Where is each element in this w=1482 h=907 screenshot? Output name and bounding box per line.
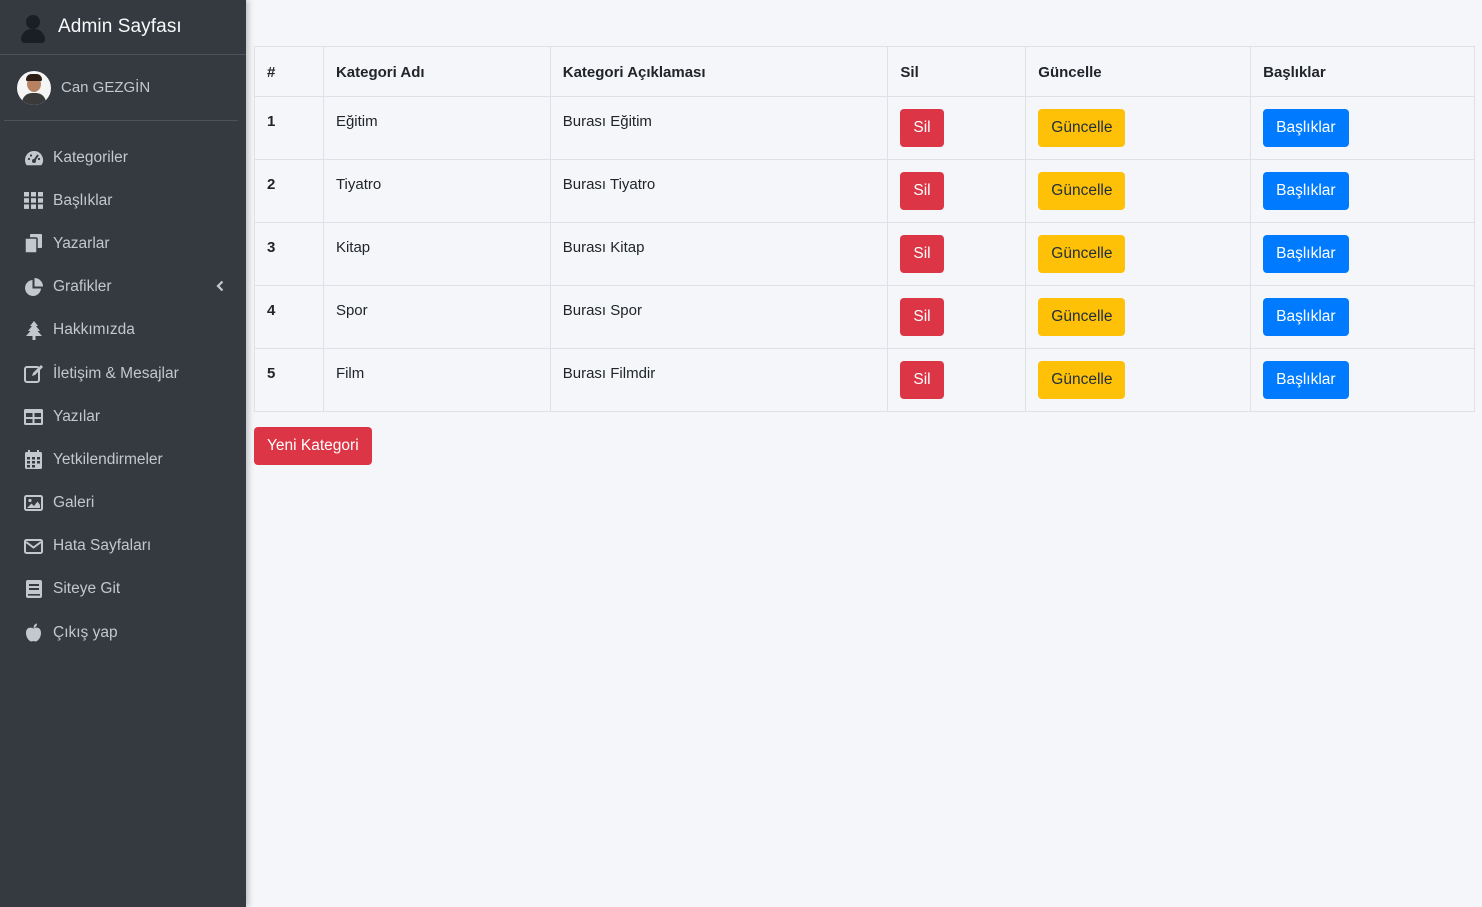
copy-icon [23, 233, 44, 254]
sidebar-item-label: Yazılar [53, 407, 101, 425]
sidebar-item-label: Hakkımızda [53, 321, 135, 339]
update-button[interactable]: Güncelle [1038, 361, 1126, 399]
header-titles: Başlıklar [1250, 46, 1475, 97]
table-row: 4 Spor Burası Spor Sil Güncelle Başlıkla… [254, 285, 1475, 349]
titles-button[interactable]: Başlıklar [1263, 361, 1349, 399]
envelope-icon [23, 536, 44, 557]
tachometer-icon [23, 147, 44, 168]
user-panel[interactable]: Can GEZGİN [4, 55, 238, 121]
category-name: Film [322, 348, 551, 412]
titles-button[interactable]: Başlıklar [1263, 109, 1349, 147]
row-index: 4 [254, 285, 324, 349]
category-description: Burası Spor [549, 285, 889, 349]
sidebar-item-cikis-yap[interactable]: Çıkış yap [0, 611, 246, 654]
delete-button[interactable]: Sil [900, 109, 944, 147]
sidebar-item-kategoriler[interactable]: Kategoriler [0, 136, 246, 179]
table-icon [23, 406, 44, 427]
category-description: Burası Filmdir [549, 348, 889, 412]
calendar-icon [23, 449, 44, 470]
image-icon [23, 493, 44, 514]
sidebar-item-label: Yetkilendirmeler [53, 450, 163, 468]
new-category-button[interactable]: Yeni Kategori [254, 427, 372, 465]
brand-link[interactable]: Admin Sayfası [0, 0, 246, 55]
sidebar: Admin Sayfası Can GEZGİN Kategoriler Baş… [0, 0, 246, 907]
category-name: Kitap [322, 222, 551, 286]
tree-icon [23, 320, 44, 341]
edit-icon [23, 363, 44, 384]
avatar [17, 70, 51, 105]
row-index: 5 [254, 348, 324, 412]
sidebar-item-yazarlar[interactable]: Yazarlar [0, 222, 246, 265]
table-row: 1 Eğitim Burası Eğitim Sil Güncelle Başl… [254, 96, 1475, 160]
book-icon [23, 579, 44, 600]
header-delete: Sil [887, 46, 1027, 97]
brand-title: Admin Sayfası [58, 16, 182, 37]
sidebar-item-label: İletişim & Mesajlar [53, 364, 179, 382]
table-header-row: # Kategori Adı Kategori Açıklaması Sil G… [254, 46, 1475, 97]
sidebar-item-label: Yazarlar [53, 234, 110, 252]
sidebar-item-label: Siteye Git [53, 580, 121, 598]
user-name[interactable]: Can GEZGİN [61, 79, 150, 96]
apple-icon [23, 622, 44, 643]
sidebar-nav: Kategoriler Başlıklar Yazarlar Grafikler [0, 121, 246, 654]
chevron-left-icon[interactable] [216, 279, 224, 297]
row-index: 3 [254, 222, 324, 286]
sidebar-item-siteye-git[interactable]: Siteye Git [0, 568, 246, 611]
row-index: 1 [254, 96, 324, 160]
sidebar-item-label: Kategoriler [53, 148, 128, 166]
titles-button[interactable]: Başlıklar [1263, 172, 1349, 210]
sidebar-item-galeri[interactable]: Galeri [0, 482, 246, 525]
update-button[interactable]: Güncelle [1038, 235, 1126, 273]
titles-button[interactable]: Başlıklar [1263, 298, 1349, 336]
sidebar-item-hata-sayfalari[interactable]: Hata Sayfaları [0, 525, 246, 568]
delete-button[interactable]: Sil [900, 298, 944, 336]
update-button[interactable]: Güncelle [1038, 172, 1126, 210]
category-description: Burası Tiyatro [549, 159, 889, 223]
main-content: # Kategori Adı Kategori Açıklaması Sil G… [254, 46, 1475, 465]
delete-button[interactable]: Sil [900, 361, 944, 399]
header-category-description: Kategori Açıklaması [549, 46, 889, 97]
titles-button[interactable]: Başlıklar [1263, 235, 1349, 273]
update-button[interactable]: Güncelle [1038, 109, 1126, 147]
table-row: 5 Film Burası Filmdir Sil Güncelle Başlı… [254, 348, 1475, 412]
sidebar-item-label: Hata Sayfaları [53, 537, 152, 555]
header-update: Güncelle [1025, 46, 1252, 97]
category-description: Burası Kitap [549, 222, 889, 286]
category-name: Eğitim [322, 96, 551, 160]
sidebar-item-label: Başlıklar [53, 191, 113, 209]
sidebar-item-yazilar[interactable]: Yazılar [0, 395, 246, 438]
update-button[interactable]: Güncelle [1038, 298, 1126, 336]
sidebar-item-grafikler[interactable]: Grafikler [0, 266, 246, 309]
header-index: # [254, 46, 324, 97]
category-table: # Kategori Adı Kategori Açıklaması Sil G… [254, 46, 1475, 412]
user-icon [18, 9, 48, 45]
table-row: 2 Tiyatro Burası Tiyatro Sil Güncelle Ba… [254, 159, 1475, 223]
delete-button[interactable]: Sil [900, 235, 944, 273]
sidebar-item-hakkimizda[interactable]: Hakkımızda [0, 309, 246, 352]
sidebar-item-label: Galeri [53, 494, 95, 512]
grid-icon [23, 190, 44, 211]
header-category-name: Kategori Adı [322, 46, 551, 97]
sidebar-item-yetkilendirmeler[interactable]: Yetkilendirmeler [0, 438, 246, 481]
sidebar-item-iletisim[interactable]: İletişim & Mesajlar [0, 352, 246, 395]
table-row: 3 Kitap Burası Kitap Sil Güncelle Başlık… [254, 222, 1475, 286]
sidebar-item-basliklar[interactable]: Başlıklar [0, 179, 246, 222]
category-name: Spor [322, 285, 551, 349]
category-name: Tiyatro [322, 159, 551, 223]
delete-button[interactable]: Sil [900, 172, 944, 210]
category-description: Burası Eğitim [549, 96, 889, 160]
sidebar-item-label: Grafikler [53, 278, 112, 296]
row-index: 2 [254, 159, 324, 223]
sidebar-item-label: Çıkış yap [53, 623, 118, 641]
pie-chart-icon [23, 277, 44, 298]
